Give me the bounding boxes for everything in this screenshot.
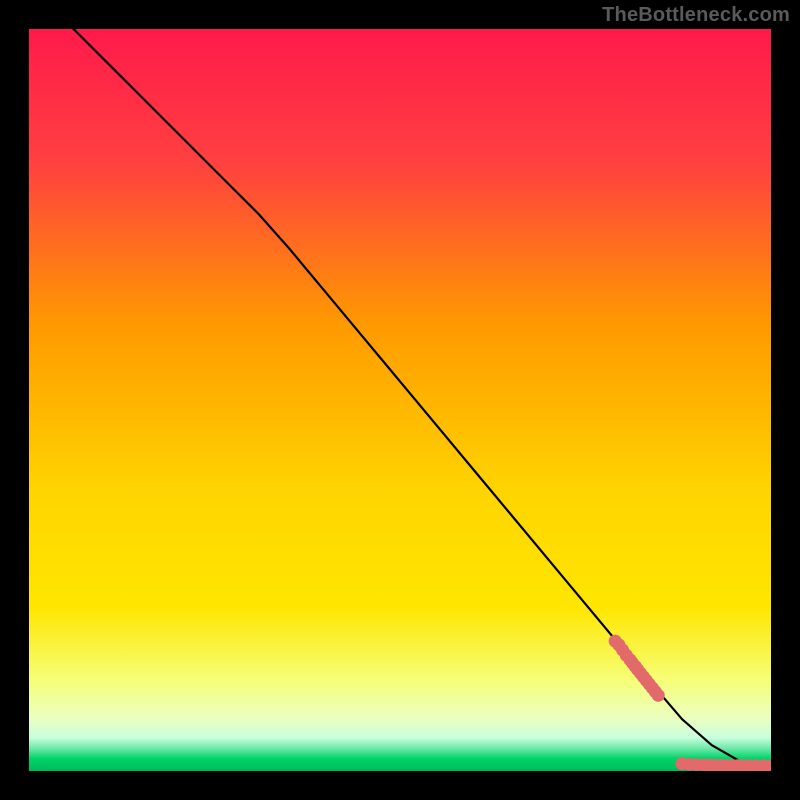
data-point [652,689,665,702]
chart-frame: TheBottleneck.com [0,0,800,800]
gradient-background [29,29,771,771]
watermark-label: TheBottleneck.com [602,4,790,27]
plot-svg [29,29,771,771]
plot-area [29,29,771,771]
